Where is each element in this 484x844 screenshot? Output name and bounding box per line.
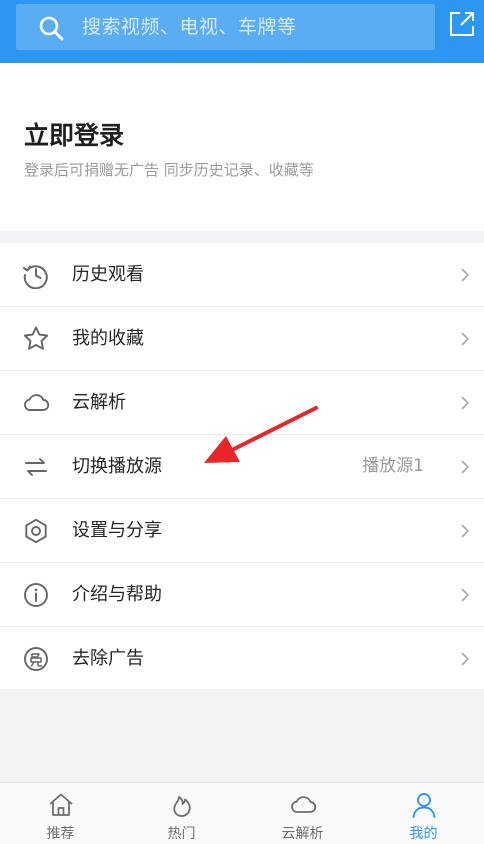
ad-free-icon <box>24 647 48 671</box>
current-source-value: 播放源1 <box>362 456 424 476</box>
search-placeholder: 搜索视频、电视、车牌等 <box>82 16 297 38</box>
tab-mine[interactable]: 我的 <box>363 783 484 844</box>
menu-item-label: 历史观看 <box>72 264 144 285</box>
menu-item-remove-ads[interactable]: 去除广告 <box>0 627 484 690</box>
menu-item-label: 云解析 <box>72 392 126 413</box>
menu-item-label: 介绍与帮助 <box>72 584 162 605</box>
chevron-right-icon <box>461 652 470 666</box>
cloud-icon <box>24 394 50 411</box>
tab-label: 推荐 <box>46 826 75 842</box>
history-icon <box>23 265 48 289</box>
chevron-right-icon <box>461 268 470 282</box>
search-icon <box>39 16 64 41</box>
chevron-right-icon <box>461 396 470 410</box>
top-bar: 搜索视频、电视、车牌等 <box>0 0 484 63</box>
chevron-right-icon <box>461 588 470 602</box>
chevron-right-icon <box>461 524 470 538</box>
menu-item-settings-share[interactable]: 设置与分享 <box>0 499 484 563</box>
menu-item-label: 切换播放源 <box>72 456 162 477</box>
chevron-right-icon <box>461 460 470 474</box>
login-title[interactable]: 立即登录 <box>24 116 124 152</box>
menu-item-label: 设置与分享 <box>72 520 162 541</box>
tab-hot[interactable]: 热门 <box>121 783 242 844</box>
menu-item-label: 去除广告 <box>72 648 144 669</box>
menu-item-cloud-parse[interactable]: 云解析 <box>0 371 484 435</box>
menu-item-label: 我的收藏 <box>72 328 144 349</box>
tab-cloud-parse[interactable]: 云解析 <box>242 783 363 844</box>
tab-label: 云解析 <box>281 826 324 842</box>
fire-icon <box>173 796 191 817</box>
menu-item-history[interactable]: 历史观看 <box>0 243 484 307</box>
switch-icon <box>25 458 47 476</box>
gear-icon <box>25 518 47 544</box>
menu-list: 历史观看 我的收藏 云解析 切换播放源 播放源1 设置与分享 介绍与帮助 去除广… <box>0 243 484 689</box>
menu-item-help[interactable]: 介绍与帮助 <box>0 563 484 627</box>
tab-label: 我的 <box>409 826 438 842</box>
user-icon <box>412 793 436 818</box>
tab-label: 热门 <box>167 826 196 842</box>
menu-item-favorites[interactable]: 我的收藏 <box>0 307 484 371</box>
share-icon[interactable] <box>448 10 476 38</box>
tab-recommend[interactable]: 推荐 <box>0 783 121 844</box>
login-subtitle: 登录后可捐赠无广告 同步历史记录、收藏等 <box>24 161 314 179</box>
menu-item-switch-source[interactable]: 切换播放源 播放源1 <box>0 435 484 499</box>
login-section[interactable]: 立即登录 登录后可捐赠无广告 同步历史记录、收藏等 <box>0 63 484 231</box>
home-icon <box>49 793 73 816</box>
star-icon <box>23 326 49 350</box>
cloud-icon <box>291 796 317 813</box>
chevron-right-icon <box>461 332 470 346</box>
search-bar[interactable]: 搜索视频、电视、车牌等 <box>16 4 435 50</box>
bottom-tab-bar: 推荐 热门 云解析 我的 <box>0 782 484 844</box>
info-icon <box>24 583 48 607</box>
